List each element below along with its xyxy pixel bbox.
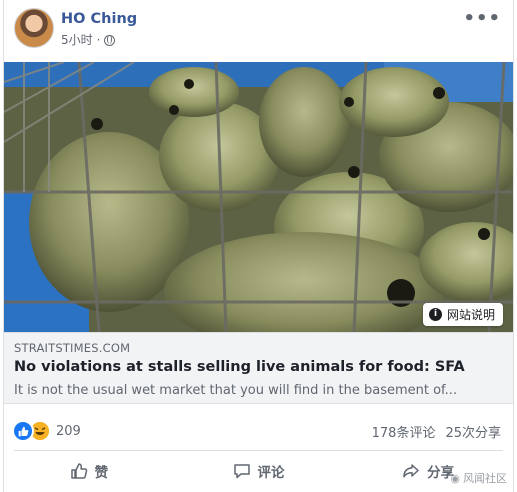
comment-icon	[233, 464, 250, 479]
link-description: It is not the usual wet market that you …	[14, 383, 458, 398]
reaction-summary[interactable]: 209	[12, 420, 81, 442]
post-card: HO Ching 5小时 · ••• i 网站说明 STRAITSTIMES.C…	[3, 0, 514, 492]
watermark-text: 风闻社区	[463, 472, 507, 485]
author-avatar[interactable]	[14, 8, 54, 48]
comment-button[interactable]: 评论	[174, 452, 344, 490]
post-actions: 赞 评论 分享	[4, 452, 513, 490]
like-label: 赞	[94, 465, 109, 481]
comment-label: 评论	[257, 465, 285, 481]
globe-icon[interactable]	[104, 34, 116, 46]
like-button[interactable]: 赞	[4, 452, 174, 490]
post-timestamp[interactable]: 5小时	[61, 32, 93, 48]
site-info-button[interactable]: i 网站说明	[422, 303, 503, 326]
link-domain: STRAITSTIMES.COM	[14, 341, 131, 355]
post-meta: 5小时 ·	[61, 32, 116, 48]
reaction-count: 209	[56, 423, 81, 439]
site-info-label: 网站说明	[446, 308, 495, 322]
frogs-photo	[4, 62, 513, 332]
info-icon: i	[428, 308, 442, 321]
weibo-logo-icon: ◉	[450, 471, 460, 485]
link-preview[interactable]: STRAITSTIMES.COM No violations at stalls…	[4, 332, 513, 404]
like-reaction-icon	[12, 420, 34, 442]
author-name[interactable]: HO Ching	[61, 10, 137, 28]
share-arrow-icon	[403, 464, 419, 478]
engagement-stats: 178条评论 25次分享	[372, 422, 501, 441]
divider	[14, 450, 503, 451]
thumbs-up-icon	[70, 463, 87, 479]
link-headline[interactable]: No violations at stalls selling live ani…	[14, 359, 465, 375]
link-preview-image[interactable]: i 网站说明	[4, 62, 513, 332]
comment-count[interactable]: 178条评论	[372, 422, 436, 441]
watermark: ◉ 风闻社区	[450, 470, 507, 486]
share-count[interactable]: 25次分享	[445, 422, 501, 441]
ellipsis-icon[interactable]: •••	[463, 8, 501, 29]
